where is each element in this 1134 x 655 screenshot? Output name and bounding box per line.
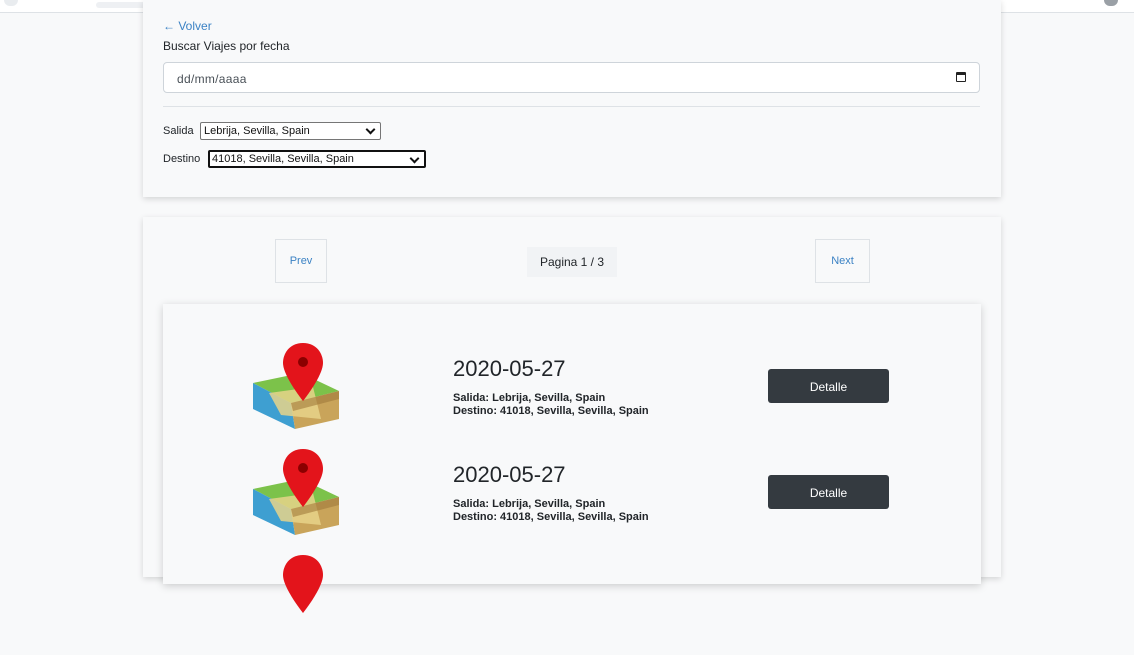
map-pin-icon [283, 555, 323, 613]
calendar-icon[interactable] [956, 72, 966, 82]
origin-select[interactable]: Lebrija, Sevilla, Spain [200, 122, 381, 140]
origin-select-value: Lebrija, Sevilla, Spain [204, 125, 310, 137]
trip-date: 2020-05-27 [453, 356, 566, 381]
date-input[interactable]: dd/mm/aaaa [163, 62, 980, 93]
browser-tab-edge [4, 0, 18, 6]
map-pin-icon [253, 449, 339, 535]
date-placeholder: dd/mm/aaaa [177, 72, 247, 86]
trip-destination: Destino: 41018, Sevilla, Sevilla, Spain [453, 511, 649, 523]
back-link[interactable]: ← Volver [163, 19, 212, 33]
trip-item: 2020-05-27 Salida: Lebrija, Sevilla, Spa… [163, 449, 981, 549]
search-title: Buscar Viajes por fecha [163, 39, 290, 53]
browser-profile-icon[interactable] [1104, 0, 1118, 6]
origin-label: Salida [163, 125, 194, 137]
detail-button[interactable]: Detalle [768, 369, 889, 403]
prev-button[interactable]: Prev [275, 239, 327, 283]
trip-destination: Destino: 41018, Sevilla, Sevilla, Spain [453, 405, 649, 417]
divider [163, 106, 980, 107]
trip-item: 2020-05-27 Salida: Lebrija, Sevilla, Spa… [163, 343, 981, 443]
trip-date: 2020-05-27 [453, 462, 566, 487]
trips-list: 2020-05-27 Salida: Lebrija, Sevilla, Spa… [163, 304, 981, 613]
destination-select-value: 41018, Sevilla, Sevilla, Spain [212, 153, 354, 165]
map-pin-icon [253, 343, 339, 429]
destination-label: Destino [163, 153, 201, 165]
page-indicator: Pagina 1 / 3 [527, 247, 617, 277]
trip-origin: Salida: Lebrija, Sevilla, Spain [453, 498, 606, 510]
chevron-down-icon [365, 124, 376, 135]
trip-item [163, 555, 981, 655]
destination-select[interactable]: 41018, Sevilla, Sevilla, Spain [208, 150, 426, 168]
trip-origin: Salida: Lebrija, Sevilla, Spain [453, 392, 606, 404]
next-button[interactable]: Next [815, 239, 870, 283]
search-card: ← Volver Buscar Viajes por fecha dd/mm/a… [143, 0, 1001, 197]
results-card: Prev Pagina 1 / 3 Next 2020-05-27 Salida… [143, 217, 1001, 613]
detail-button[interactable]: Detalle [768, 475, 889, 509]
chevron-down-icon [409, 153, 420, 164]
